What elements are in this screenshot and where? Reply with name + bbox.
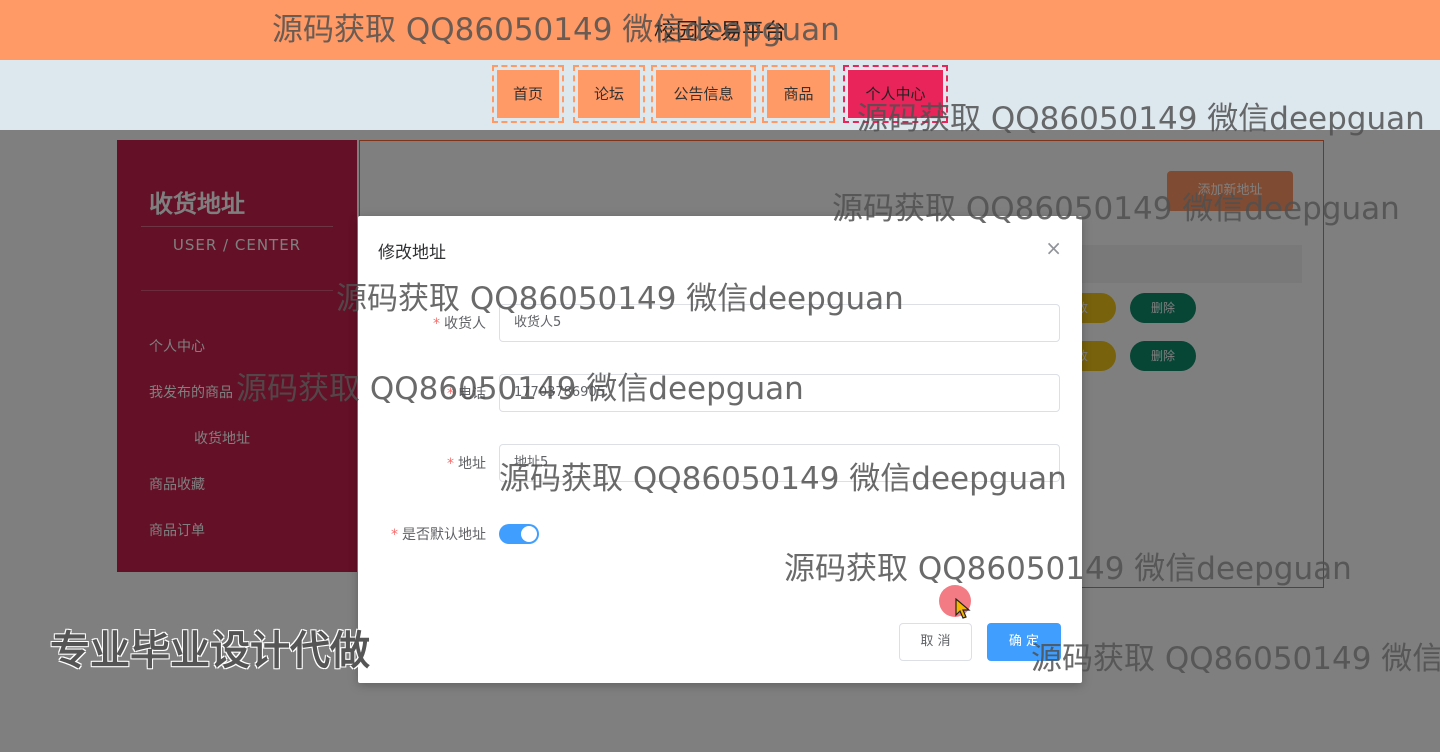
promo-text: 专业毕业设计代做 [50, 628, 370, 674]
switch-knob [521, 526, 537, 542]
close-icon[interactable]: × [1045, 236, 1062, 260]
default-address-switch[interactable] [499, 524, 539, 544]
watermark: 源码获取 QQ86050149 微信deepguan [1031, 641, 1440, 677]
consignee-label-text: 收货人 [444, 316, 486, 332]
address-label-text: 地址 [458, 456, 486, 472]
default-address-label: * 是否默认地址 [358, 524, 486, 544]
cursor-icon [955, 598, 971, 619]
watermark: 源码获取 QQ86050149 微信deepguan [336, 281, 904, 317]
address-label: * 地址 [358, 453, 486, 473]
watermark: 源码获取 QQ86050149 微信deepguan [832, 191, 1400, 227]
watermark: 源码获取 QQ86050149 微信deepguan [784, 551, 1352, 587]
default-address-label-text: 是否默认地址 [402, 527, 486, 543]
watermark: 源码获取 QQ86050149 微信deepguan [499, 461, 1067, 497]
required-mark: * [433, 316, 440, 332]
required-mark: * [447, 456, 454, 472]
dialog-title: 修改地址 [378, 243, 446, 263]
watermark: 源码获取 QQ86050149 微信deepguan [236, 371, 804, 407]
nav-item-forum[interactable]: 论坛 [573, 65, 645, 123]
required-mark: * [391, 527, 398, 543]
nav-item-home[interactable]: 首页 [492, 65, 564, 123]
watermark: 源码获取 QQ86050149 微信deepguan [272, 12, 840, 48]
watermark: 源码获取 QQ86050149 微信deepguan [857, 101, 1425, 137]
nav-item-products[interactable]: 商品 [762, 65, 835, 123]
cancel-button[interactable]: 取 消 [899, 623, 972, 661]
nav-item-announcements[interactable]: 公告信息 [651, 65, 756, 123]
